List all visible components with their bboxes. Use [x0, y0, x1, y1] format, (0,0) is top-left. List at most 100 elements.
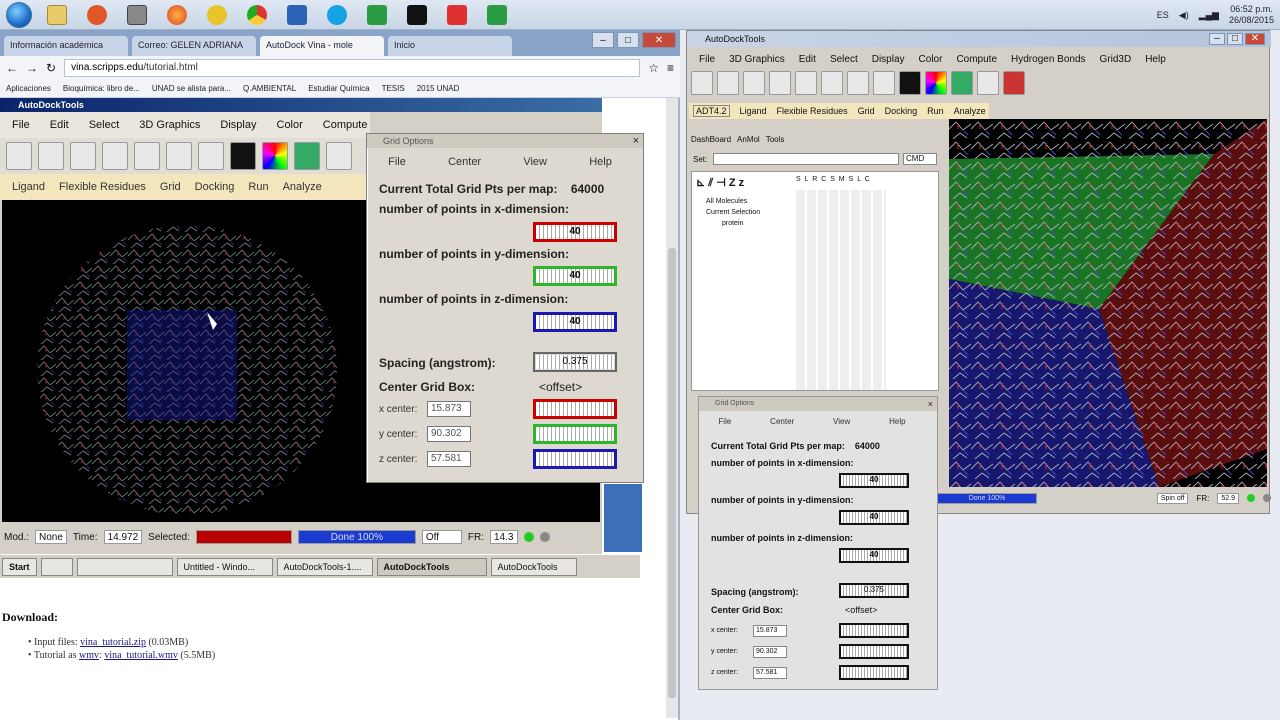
tab-ligand[interactable]: Ligand [12, 181, 45, 193]
browser-tab[interactable]: Correo: GELEN ADRIANA [132, 36, 256, 56]
save-icon[interactable] [38, 142, 64, 170]
menu-item[interactable]: Display [872, 54, 905, 65]
menu-item[interactable]: Color [277, 119, 303, 131]
shield-icon[interactable] [280, 2, 314, 28]
menu-item[interactable]: Edit [799, 54, 816, 65]
xp-task[interactable]: AutoDockTools-1.... [276, 557, 373, 576]
y-center-thumbwheel[interactable] [533, 424, 617, 444]
black-box-icon[interactable] [230, 142, 256, 170]
start-orb-icon[interactable] [6, 1, 32, 28]
xp-quicklaunch[interactable] [40, 557, 73, 576]
tab-run[interactable]: Run [927, 106, 944, 116]
bookmark-item[interactable]: 2015 UNAD [417, 84, 460, 93]
media-icon[interactable] [120, 2, 154, 28]
xp-task-active[interactable]: AutoDockTools [376, 557, 487, 576]
menu-item[interactable]: Hydrogen Bonds [1011, 54, 1086, 65]
scrollbar-thumb[interactable] [668, 248, 676, 698]
tab-dashboard[interactable]: DashBoard [691, 135, 731, 144]
color-wheel-icon[interactable] [925, 71, 947, 95]
browser-tab-active[interactable]: AutoDock Vina - mole [260, 36, 384, 56]
bookmark-item[interactable]: Aplicaciones [6, 84, 51, 93]
pencil-icon[interactable] [102, 142, 128, 170]
z-center-field[interactable]: 57.581 [753, 667, 787, 679]
lines-icon[interactable] [847, 71, 869, 95]
text-icon[interactable] [873, 71, 895, 95]
offset-label[interactable]: <offset> [845, 605, 877, 615]
close-icon[interactable]: × [633, 134, 639, 148]
browser-tab[interactable]: Información académica [4, 36, 128, 56]
chrome-icon[interactable] [240, 2, 274, 28]
open-molecule-icon[interactable] [691, 71, 713, 95]
tab-flexible-residues[interactable]: Flexible Residues [59, 181, 146, 193]
z-center-thumbwheel[interactable] [533, 449, 617, 469]
menu-item[interactable]: Center [448, 156, 481, 168]
menu-item[interactable]: Center [770, 417, 794, 426]
grid-box-icon[interactable] [951, 71, 973, 95]
z-center-field[interactable]: 57.581 [427, 451, 471, 467]
x-points-thumbwheel[interactable]: 40 [533, 222, 617, 242]
menu-item[interactable]: View [523, 156, 547, 168]
open-molecule-icon[interactable] [6, 142, 32, 170]
close-icon[interactable]: × [928, 397, 933, 411]
measure-icon[interactable] [821, 71, 843, 95]
clock[interactable]: 06:52 p.m. 26/08/2015 [1229, 4, 1274, 26]
text-icon[interactable] [198, 142, 224, 170]
bookmark-item[interactable]: Q.AMBIENTAL [243, 84, 296, 93]
command-columns[interactable] [796, 190, 886, 390]
lines-icon[interactable] [166, 142, 192, 170]
y-center-thumbwheel[interactable] [839, 644, 909, 659]
volume-icon[interactable]: ◀) [1179, 10, 1189, 21]
browser-tab[interactable]: Inicio [388, 36, 512, 56]
grid-box-icon[interactable] [294, 142, 320, 170]
menu-item[interactable]: Help [1145, 54, 1166, 65]
chemsketch-icon[interactable] [360, 2, 394, 28]
y-points-thumbwheel[interactable]: 40 [839, 510, 909, 525]
red-shape-icon[interactable] [1003, 71, 1025, 95]
z-center-thumbwheel[interactable] [839, 665, 909, 680]
minimize-button[interactable]: – [1209, 33, 1225, 45]
menu-item[interactable]: File [388, 156, 406, 168]
x-center-thumbwheel[interactable] [839, 623, 909, 638]
tab-run[interactable]: Run [248, 181, 268, 193]
menu-item[interactable]: 3D Graphics [729, 54, 785, 65]
menu-item[interactable]: 3D Graphics [139, 119, 200, 131]
back-icon[interactable]: ← [6, 61, 18, 75]
menu-item[interactable]: View [833, 417, 850, 426]
pencil-icon[interactable] [769, 71, 791, 95]
glasses-icon[interactable] [977, 71, 999, 95]
z-points-thumbwheel[interactable]: 40 [839, 548, 909, 563]
menu-icon[interactable]: ≡ [667, 61, 674, 75]
tab-flexible-residues[interactable]: Flexible Residues [777, 106, 848, 116]
red-app-icon[interactable] [440, 2, 474, 28]
menu-item[interactable]: Select [830, 54, 858, 65]
wmv-link[interactable]: wmv [79, 650, 99, 661]
xp-task[interactable]: AutoDockTools [490, 557, 577, 576]
offset-label[interactable]: <offset> [539, 380, 582, 394]
tree-item[interactable]: Current Selection [706, 207, 760, 218]
menu-item[interactable]: File [699, 54, 715, 65]
firefox-icon[interactable] [160, 2, 194, 28]
tab-analyze[interactable]: Analyze [954, 106, 986, 116]
wave-icon[interactable] [70, 142, 96, 170]
cmd-combo[interactable]: CMD [903, 153, 937, 165]
spin-menu[interactable]: Spin off [1156, 492, 1189, 504]
yellow-app-icon[interactable] [200, 2, 234, 28]
menu-item[interactable]: Grid3D [1100, 54, 1132, 65]
tab-adt[interactable]: ADT4.2 [693, 105, 730, 117]
tab-tools[interactable]: Tools [766, 135, 785, 144]
skype-icon[interactable] [320, 2, 354, 28]
menu-item[interactable]: Help [589, 156, 612, 168]
keyboard-layout-icon[interactable]: ES [1157, 10, 1169, 20]
close-button[interactable]: ✕ [1245, 33, 1265, 45]
xp-task[interactable]: Untitled - Windo... [176, 557, 273, 576]
molecule-viewer[interactable] [949, 119, 1267, 487]
tutorial-video-link[interactable]: vina_tutorial.wmv [104, 650, 178, 661]
close-button[interactable]: ✕ [642, 32, 676, 48]
forward-icon[interactable]: → [26, 61, 38, 75]
x-center-field[interactable]: 15.873 [427, 401, 471, 417]
menu-item[interactable]: Display [220, 119, 256, 131]
tab-docking[interactable]: Docking [885, 106, 918, 116]
menu-item[interactable]: Select [89, 119, 120, 131]
save-icon[interactable] [717, 71, 739, 95]
spin-menu[interactable]: Off [421, 530, 462, 544]
